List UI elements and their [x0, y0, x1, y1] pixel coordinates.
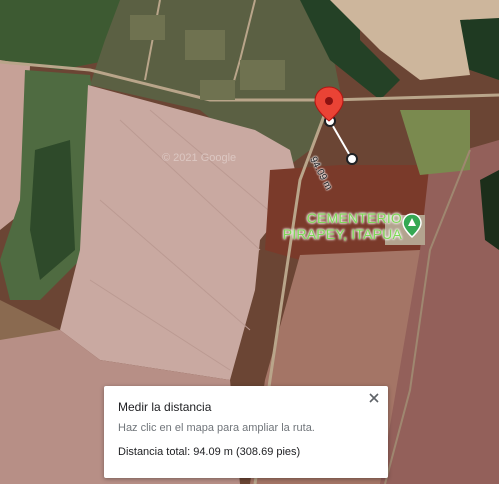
place-label[interactable]: CEMENTERIO PIRAPEY, ITAPUA	[282, 210, 402, 242]
measure-end-point[interactable]	[346, 153, 358, 165]
measure-distance-panel: Medir la distancia Haz clic en el mapa p…	[104, 386, 388, 478]
measure-panel-title: Medir la distancia	[118, 400, 212, 414]
measure-panel-total: Distancia total: 94.09 m (308.69 pies)	[118, 446, 301, 458]
place-label-line2: PIRAPEY, ITAPUA	[282, 226, 402, 242]
close-icon[interactable]	[366, 390, 382, 406]
map-watermark: © 2021 Google	[162, 152, 237, 164]
place-label-line1: CEMENTERIO	[306, 210, 402, 226]
measure-panel-hint: Haz clic en el mapa para ampliar la ruta…	[118, 422, 315, 434]
